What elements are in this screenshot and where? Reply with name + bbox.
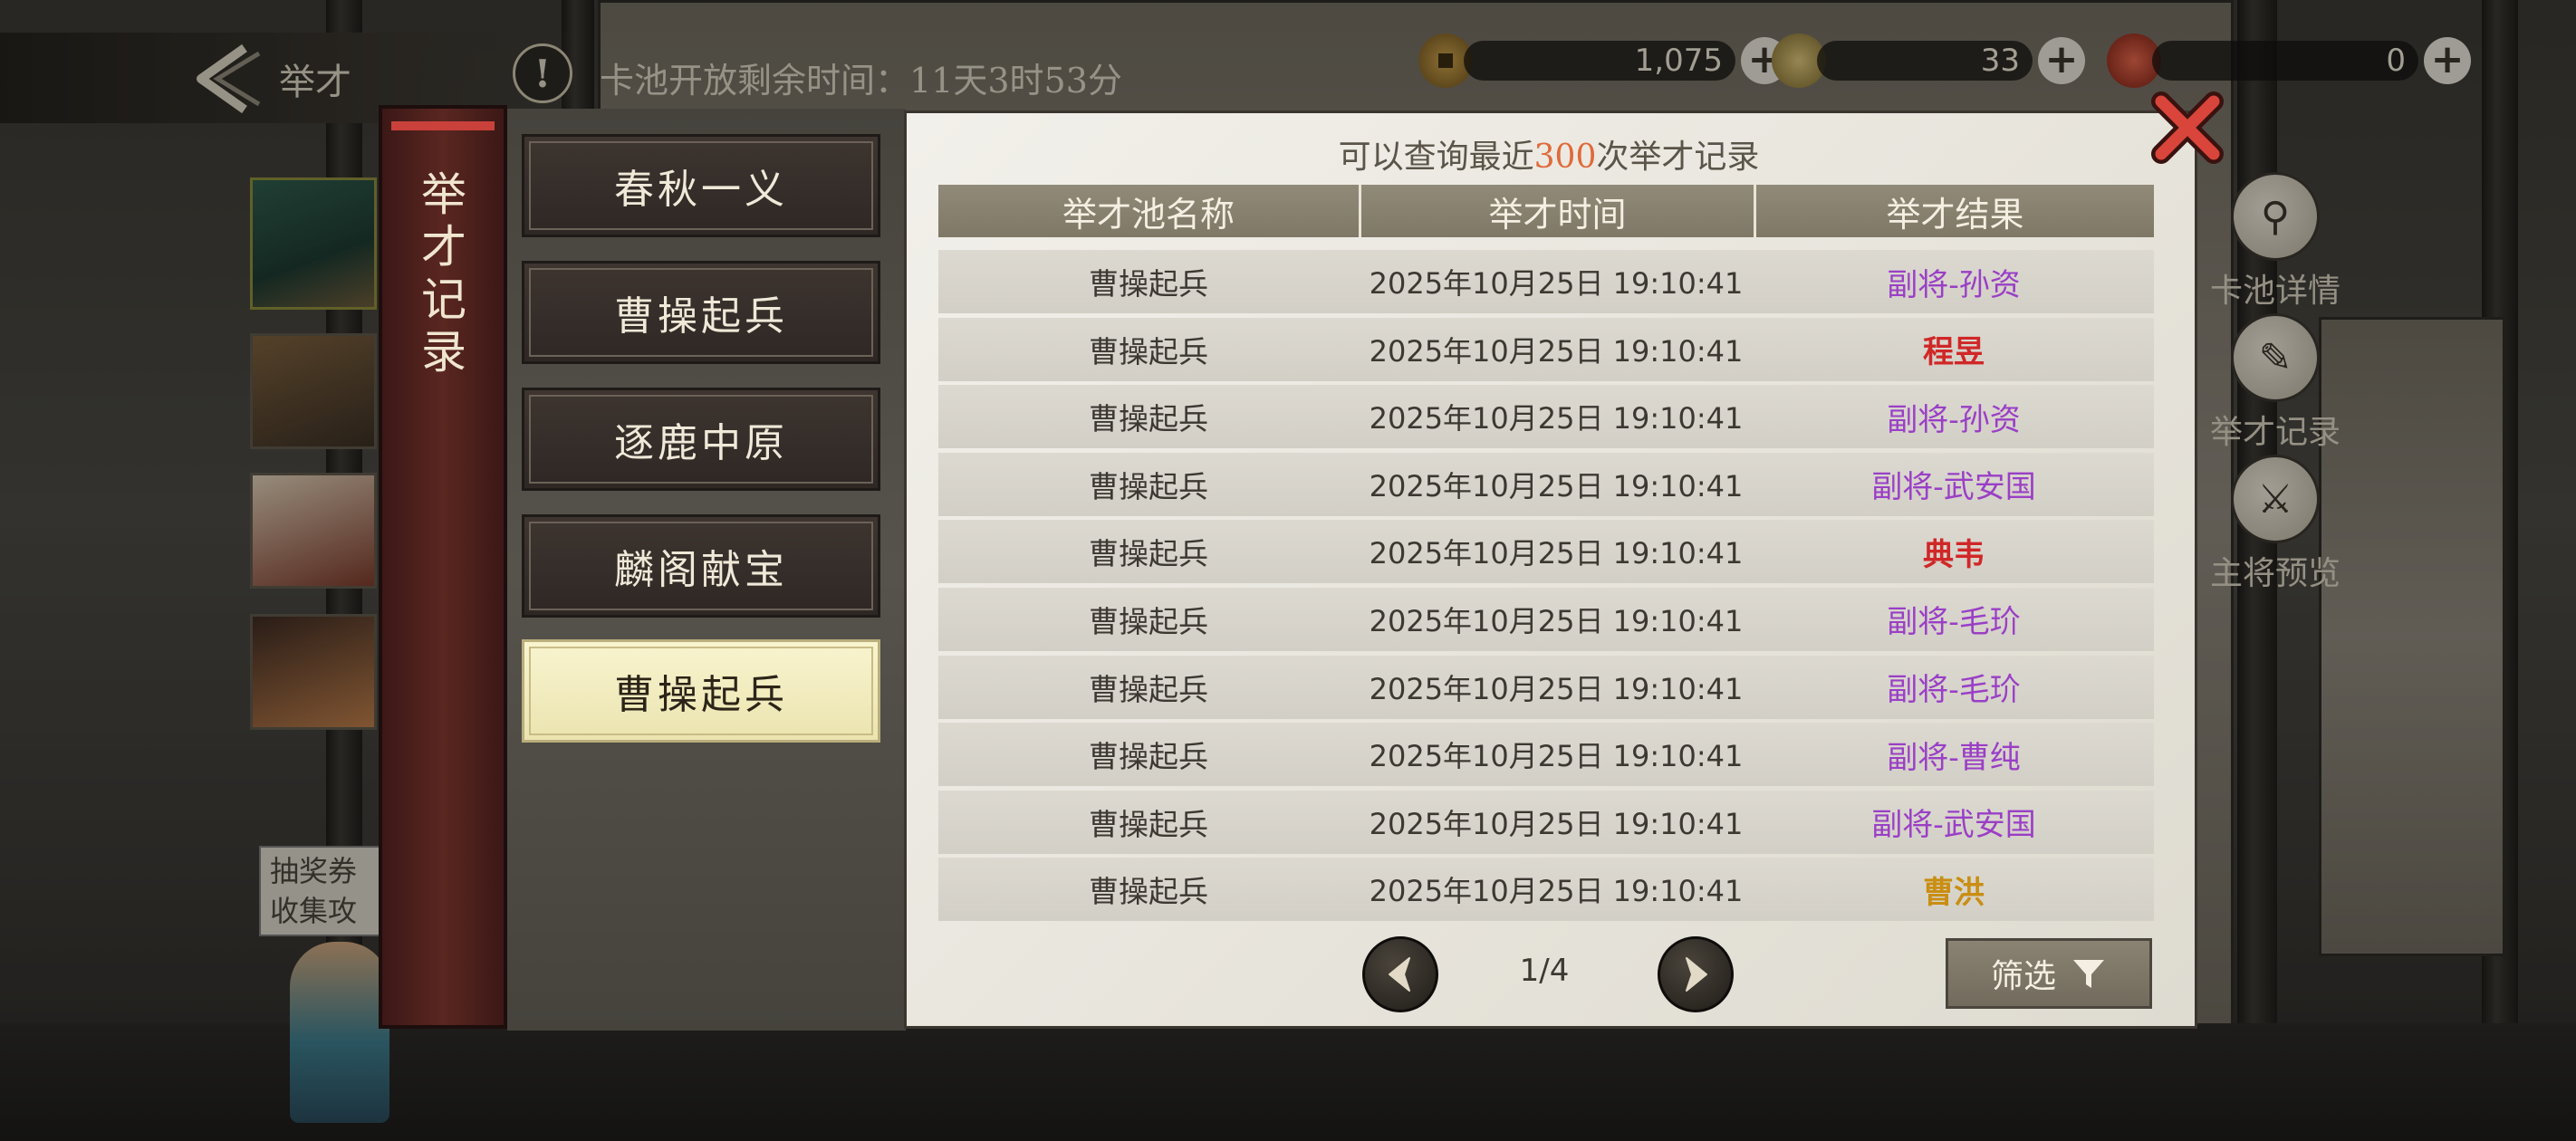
- cell-pool-name: 曹操起兵: [1089, 671, 1208, 707]
- cell-time: 2025年10月25日 19:10:41: [1369, 603, 1744, 638]
- cell-result: 副将-武安国: [1871, 469, 2036, 506]
- pool-tab-button-active[interactable]: 曹操起兵: [522, 639, 880, 743]
- column-header-pool: 举才池名称: [938, 185, 1359, 237]
- table-row: 曹操起兵 2025年10月25日 19:10:41 典韦: [938, 520, 2154, 584]
- cell-pool-name: 曹操起兵: [1089, 874, 1208, 910]
- table-row: 曹操起兵 2025年10月25日 19:10:41 副将-曹纯: [938, 723, 2154, 787]
- filter-button[interactable]: 筛选: [1946, 938, 2152, 1009]
- table-row: 曹操起兵 2025年10月25日 19:10:41 副将-武安国: [938, 452, 2154, 516]
- record-hint: 可以查询最近300次举才记录: [906, 130, 2192, 177]
- next-page-button[interactable]: [1658, 936, 1734, 1012]
- cell-time: 2025年10月25日 19:10:41: [1369, 806, 1744, 841]
- tab-title-char: 举: [421, 168, 466, 221]
- table-row: 曹操起兵 2025年10月25日 19:10:41 程昱: [938, 317, 2154, 381]
- cell-result: 副将-孙资: [1887, 266, 2021, 303]
- cell-pool-name: 曹操起兵: [1089, 401, 1208, 437]
- column-header-time: 举才时间: [1359, 185, 1754, 237]
- cell-result: 曹洪: [1923, 874, 1985, 911]
- funnel-icon: [2073, 960, 2104, 988]
- cell-pool-name: 曹操起兵: [1089, 806, 1208, 842]
- pool-tab-button[interactable]: 逐鹿中原: [522, 388, 880, 491]
- cell-result: 副将-曹纯: [1887, 739, 2021, 776]
- cell-result: 副将-武安国: [1871, 807, 2036, 844]
- pool-tab-button[interactable]: 春秋一义: [522, 134, 880, 237]
- table-row: 曹操起兵 2025年10月25日 19:10:41 副将-毛玠: [938, 655, 2154, 719]
- record-table-body: 曹操起兵 2025年10月25日 19:10:41 副将-孙资 曹操起兵 2025年10…: [938, 250, 2154, 925]
- cell-result: 副将-毛玠: [1887, 604, 2021, 641]
- cell-result: 副将-毛玠: [1887, 672, 2021, 709]
- cell-result: 程昱: [1923, 334, 1985, 371]
- tab-title-char: 录: [421, 326, 466, 379]
- table-row: 曹操起兵 2025年10月25日 19:10:41 副将-毛玠: [938, 587, 2154, 651]
- cell-pool-name: 曹操起兵: [1089, 468, 1208, 504]
- table-row: 曹操起兵 2025年10月25日 19:10:41 副将-武安国: [938, 790, 2154, 854]
- cell-result: 典韦: [1923, 536, 1985, 573]
- hint-count: 300: [1533, 139, 1597, 176]
- cell-time: 2025年10月25日 19:10:41: [1369, 333, 1744, 369]
- pool-tab-button[interactable]: 麟阁献宝: [522, 514, 880, 618]
- cell-time: 2025年10月25日 19:10:41: [1369, 468, 1744, 503]
- cell-pool-name: 曹操起兵: [1089, 603, 1208, 639]
- hint-prefix: 可以查询最近: [1338, 139, 1534, 176]
- cell-time: 2025年10月25日 19:10:41: [1369, 671, 1744, 706]
- pool-tab-button[interactable]: 曹操起兵: [522, 261, 880, 364]
- cell-time: 2025年10月25日 19:10:41: [1369, 536, 1744, 571]
- cell-pool-name: 曹操起兵: [1089, 739, 1208, 775]
- filter-label: 筛选: [1990, 958, 2056, 995]
- prev-page-button[interactable]: [1362, 936, 1438, 1012]
- table-row: 曹操起兵 2025年10月25日 19:10:41 副将-孙资: [938, 250, 2154, 313]
- record-table-header: 举才池名称 举才时间 举才结果: [938, 185, 2154, 237]
- cell-time: 2025年10月25日 19:10:41: [1369, 874, 1744, 909]
- cell-result: 副将-孙资: [1887, 401, 2021, 438]
- cell-pool-name: 曹操起兵: [1089, 536, 1208, 572]
- column-header-result: 举才结果: [1754, 185, 2154, 237]
- tab-title-char: 才: [421, 221, 466, 273]
- table-row: 曹操起兵 2025年10月25日 19:10:41 副将-孙资: [938, 385, 2154, 449]
- cell-pool-name: 曹操起兵: [1089, 266, 1208, 302]
- arrow-left-icon: [1389, 957, 1410, 992]
- tab-title-char: 记: [421, 273, 466, 326]
- cell-time: 2025年10月25日 19:10:41: [1369, 739, 1744, 774]
- arrow-right-icon: [1686, 957, 1707, 992]
- cell-pool-name: 曹操起兵: [1089, 333, 1208, 369]
- table-row: 曹操起兵 2025年10月25日 19:10:41 曹洪: [938, 858, 2154, 922]
- hint-suffix: 次举才记录: [1596, 139, 1760, 176]
- cell-time: 2025年10月25日 19:10:41: [1369, 401, 1744, 436]
- page-indicator: 1/4: [1519, 953, 1570, 989]
- record-tab-title: 举才记录: [417, 168, 471, 379]
- cell-time: 2025年10月25日 19:10:41: [1369, 266, 1744, 301]
